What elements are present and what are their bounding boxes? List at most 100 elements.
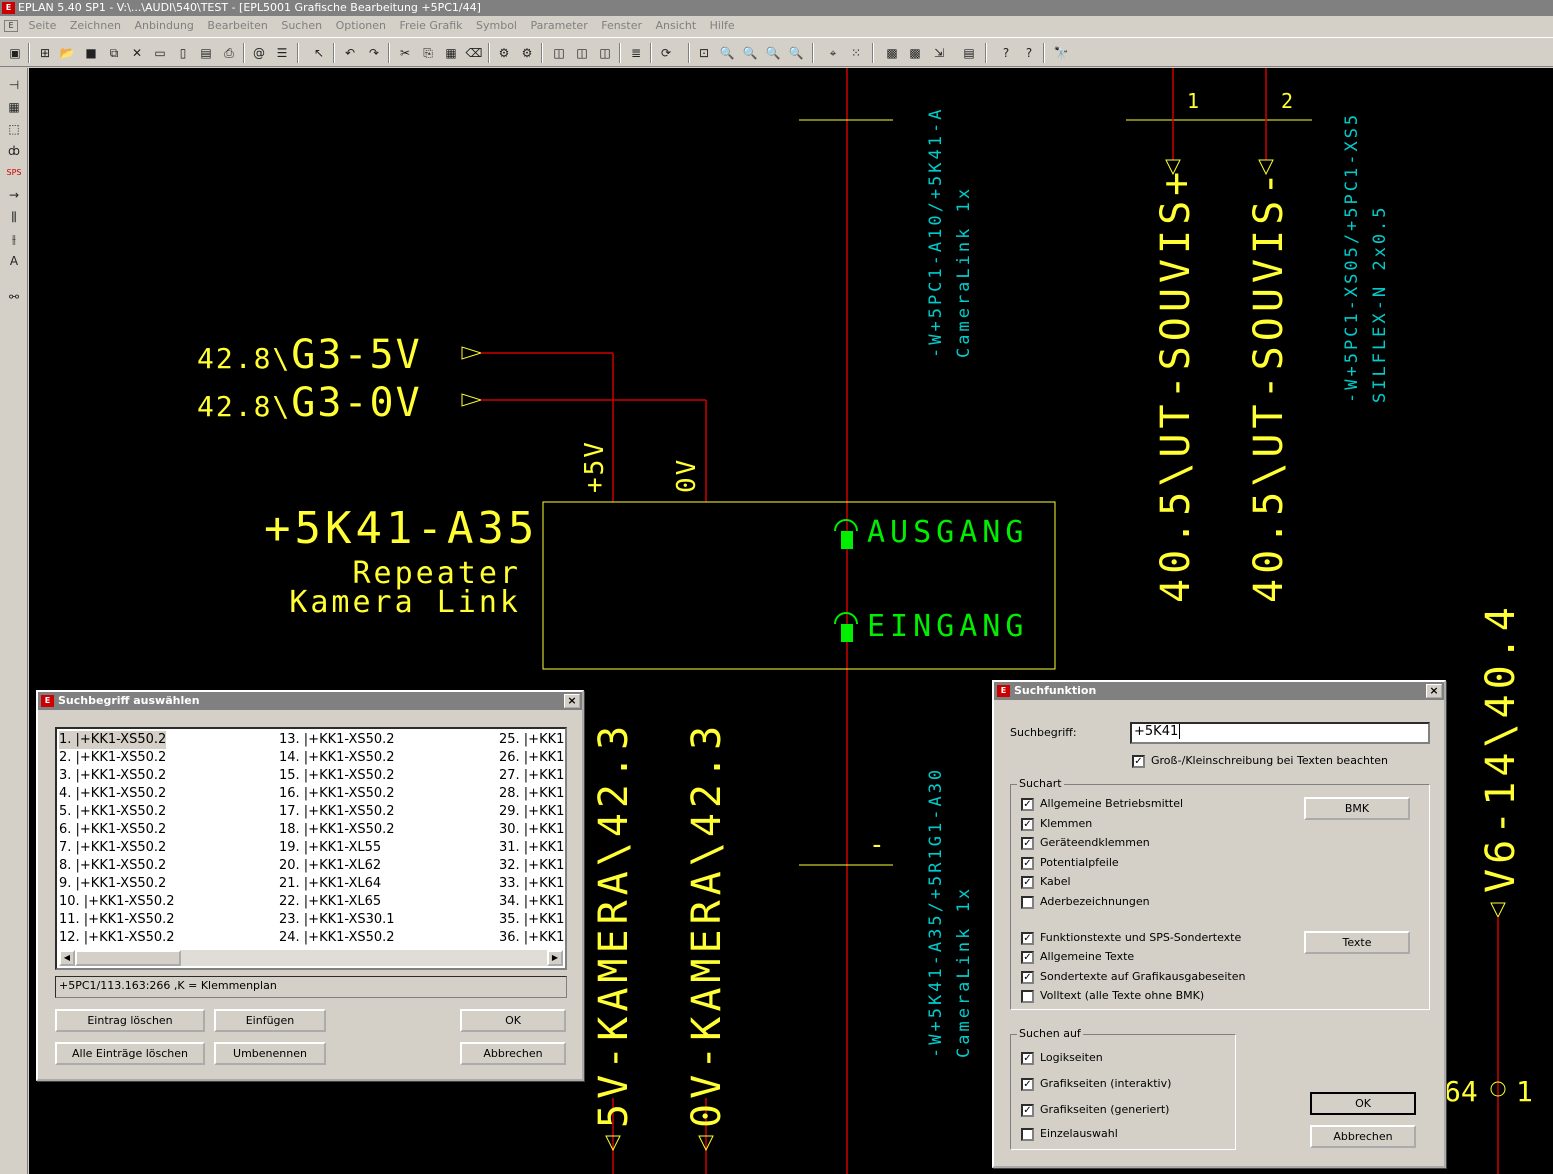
window2-icon[interactable]: ◫ [573,44,591,62]
delete-entry-button[interactable]: Eintrag löschen [55,1009,205,1032]
list-item[interactable]: 18. |+KK1-XS50.2 [279,821,395,839]
checkbox-device-terminals[interactable]: ✓ Geräteendklemmen [1021,836,1150,850]
list-icon[interactable]: ☰ [273,44,291,62]
ok-button[interactable]: OK [1310,1092,1416,1115]
scroll-left-icon[interactable]: ◀ [59,950,75,966]
case-sensitive-checkbox[interactable]: ✓ Groß-/Kleinschreibung bei Texten beacht… [1132,754,1388,768]
redo-icon[interactable]: ↷ [365,44,383,62]
checkbox-wire-names[interactable]: Aderbezeichnungen [1021,895,1150,909]
list-item[interactable]: 13. |+KK1-XS50.2 [279,731,395,749]
zoom-in-icon[interactable]: 🔍 [718,44,736,62]
link-icon[interactable]: @ [250,44,268,62]
checkbox-function-texts[interactable]: ✓ Funktionstexte und SPS-Sondertexte [1021,931,1241,945]
texte-button[interactable]: Texte [1304,931,1410,954]
list-item[interactable]: 30. |+KK1- [499,821,565,839]
grid-icon[interactable]: ⁙ [847,44,865,62]
list-item[interactable]: 34. |+KK1- [499,893,565,911]
menu-freie-grafik[interactable]: Freie Grafik [395,16,468,36]
list-item[interactable]: 21. |+KK1-XL64 [279,875,395,893]
checkbox-potential-arrows[interactable]: ✓ Potentialpfeile [1021,856,1119,870]
list-item[interactable]: 29. |+KK1- [499,803,565,821]
checkbox-logic-pages[interactable]: ✓ Logikseiten [1021,1051,1103,1065]
props-icon[interactable]: ▤ [960,44,978,62]
page-icon[interactable]: ▣ [6,44,24,62]
list-item[interactable]: 4. |+KK1-XS50.2 [59,785,175,803]
list-item[interactable]: 32. |+KK1- [499,857,565,875]
list-item[interactable]: 31. |+KK1- [499,839,565,857]
list-item[interactable]: 24. |+KK1-XS50.2 [279,929,395,947]
list-item[interactable]: 36. |+KK1- [499,929,565,947]
checkbox-graphic-generated[interactable]: ✓ Grafikseiten (generiert) [1021,1103,1169,1117]
terminal-strip-icon[interactable]: ⫼ [4,208,24,226]
list-item[interactable]: 7. |+KK1-XS50.2 [59,839,175,857]
help-icon[interactable]: ? [997,44,1015,62]
list-item[interactable]: 8. |+KK1-XS50.2 [59,857,175,875]
window1-icon[interactable]: ◫ [550,44,568,62]
system-menu-icon[interactable]: E [4,20,18,32]
search-term-list[interactable]: 1. |+KK1-XS50.2 2. |+KK1-XS50.2 3. |+KK1… [55,727,567,970]
list-item[interactable]: 20. |+KK1-XL62 [279,857,395,875]
list-item[interactable]: 28. |+KK1- [499,785,565,803]
layer2-icon[interactable]: ▩ [906,44,924,62]
connection-point-icon[interactable]: ȸ [4,142,24,160]
pointer-icon[interactable]: ↖ [310,44,328,62]
window3-icon[interactable]: ◫ [596,44,614,62]
delete-icon[interactable]: ✕ [128,44,146,62]
search-input[interactable]: +5K41 [1130,722,1430,744]
new-icon[interactable]: ⊞ [36,44,54,62]
page-next-icon[interactable]: ▯ [174,44,192,62]
list-item[interactable]: 1. |+KK1-XS50.2 [59,731,167,749]
list-item[interactable]: 2. |+KK1-XS50.2 [59,749,175,767]
page-props-icon[interactable]: ▤ [197,44,215,62]
context-help-icon[interactable]: ? [1020,44,1038,62]
export-icon[interactable]: ⇲ [930,44,948,62]
list-item[interactable]: 17. |+KK1-XS50.2 [279,803,395,821]
list-item[interactable]: 6. |+KK1-XS50.2 [59,821,175,839]
list-item[interactable]: 26. |+KK1- [499,749,565,767]
cancel-button[interactable]: Abbrechen [460,1042,566,1065]
list-item[interactable]: 27. |+KK1- [499,767,565,785]
list-item[interactable]: 35. |+KK1- [499,911,565,929]
zoom-prev-icon[interactable]: 🔍 [787,44,805,62]
list-item[interactable]: 9. |+KK1-XS50.2 [59,875,175,893]
list-item[interactable]: 23. |+KK1-XS30.1 [279,911,395,929]
list-item[interactable]: 19. |+KK1-XL55 [279,839,395,857]
menu-anbindung[interactable]: Anbindung [129,16,198,36]
list-item[interactable]: 11. |+KK1-XS50.2 [59,911,175,929]
menu-hilfe[interactable]: Hilfe [705,16,740,36]
checkbox-cables[interactable]: ✓ Kabel [1021,875,1071,889]
scrollbar-thumb[interactable] [75,950,181,966]
zoom-out-icon[interactable]: 🔍 [764,44,782,62]
insert-button[interactable]: Einfügen [214,1009,326,1032]
checkbox-special-texts[interactable]: ✓ Sondertexte auf Grafikausgabeseiten [1021,970,1245,984]
save-icon[interactable]: ■ [82,44,100,62]
cut-icon[interactable]: ✂ [396,44,414,62]
close-button[interactable]: × [1426,684,1442,698]
list-item[interactable]: 33. |+KK1- [499,875,565,893]
menu-parameter[interactable]: Parameter [525,16,592,36]
bmk-button[interactable]: BMK [1304,797,1410,820]
zoom-window-icon[interactable]: 🔍 [741,44,759,62]
checkbox-graphic-interactive[interactable]: ✓ Grafikseiten (interaktiv) [1021,1077,1171,1091]
cable-icon[interactable]: ⫲ [4,230,24,248]
checkbox-general-devices[interactable]: ✓ Allgemeine Betriebsmittel [1021,797,1183,811]
checkbox-general-texts[interactable]: ✓ Allgemeine Texte [1021,950,1134,964]
text-icon[interactable]: A [4,252,24,270]
delete-all-button[interactable]: Alle Einträge löschen [55,1042,205,1065]
cancel-button[interactable]: Abbrechen [1310,1125,1416,1148]
rename-button[interactable]: Umbenennen [214,1042,326,1065]
box-icon[interactable]: ⬚ [4,120,24,138]
refresh-icon[interactable]: ⟳ [657,44,675,62]
checkbox-single-selection[interactable]: Einzelauswahl [1021,1127,1118,1141]
list-item[interactable]: 16. |+KK1-XS50.2 [279,785,395,803]
menu-symbol[interactable]: Symbol [471,16,522,36]
menu-seite[interactable]: Seite [24,16,62,36]
terminal-icon[interactable]: ≣ [627,44,645,62]
list-item[interactable]: 5. |+KK1-XS50.2 [59,803,175,821]
menu-optionen[interactable]: Optionen [331,16,391,36]
close-button[interactable]: × [564,694,580,708]
list-item[interactable]: 25. |+KK1- [499,731,565,749]
menu-suchen[interactable]: Suchen [276,16,327,36]
list-item[interactable]: 10. |+KK1-XS50.2 [59,893,175,911]
symbol-insert-icon[interactable]: ⊣ [4,76,24,94]
